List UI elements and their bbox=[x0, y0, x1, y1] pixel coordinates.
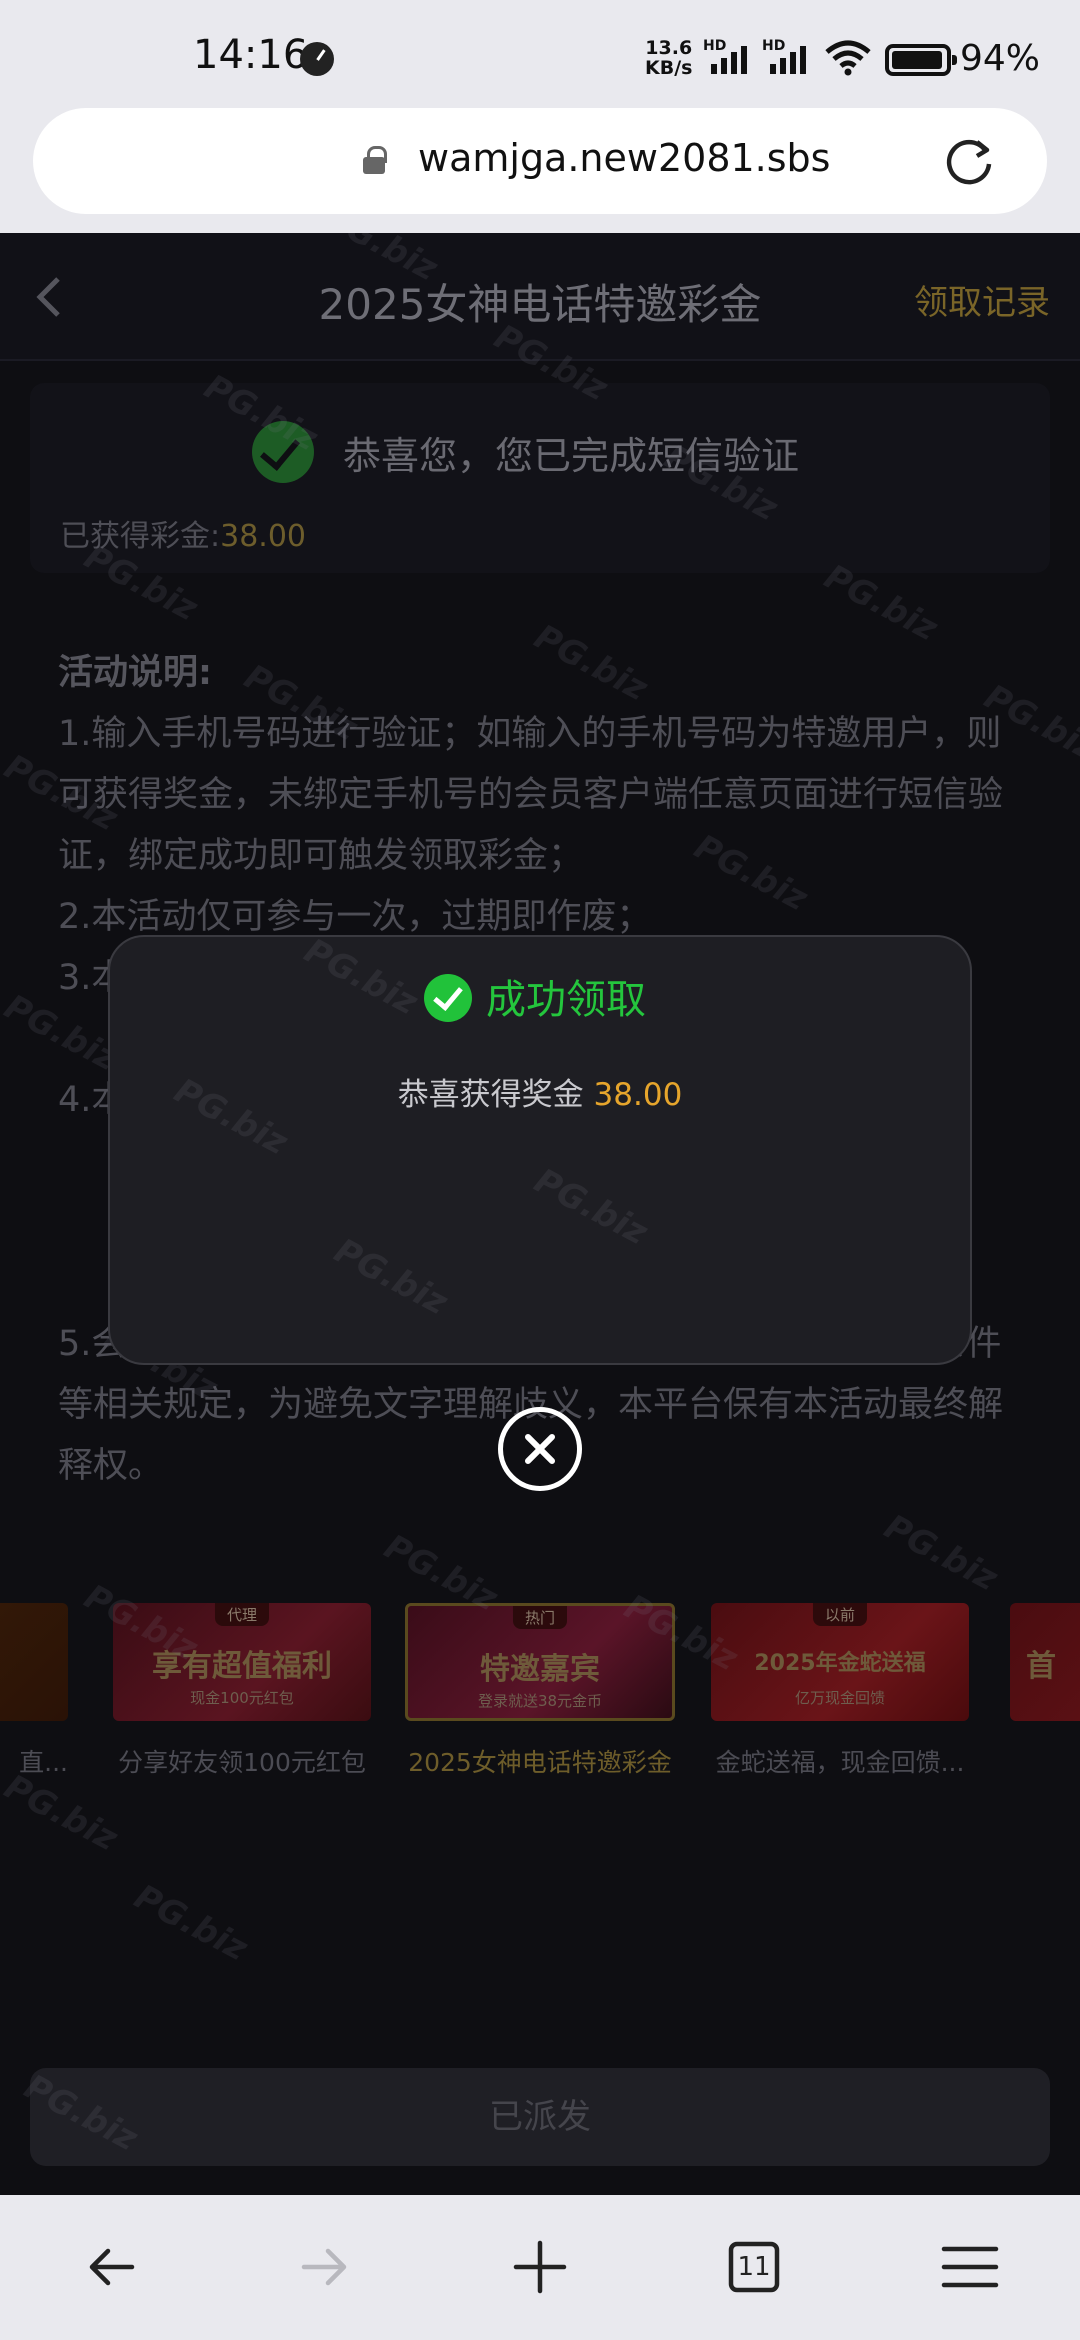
promo-headline: 首 bbox=[1026, 1649, 1056, 1684]
new-tab-button[interactable] bbox=[508, 2235, 572, 2299]
watermark: PG.biz bbox=[127, 1876, 254, 1970]
network-speed: 13.6 KB/s bbox=[645, 38, 692, 78]
dialog-title: 成功领取 bbox=[486, 977, 646, 1023]
address-bar[interactable]: wamjga.new2081.sbs bbox=[33, 108, 1047, 214]
promo-card[interactable]: 首 bbox=[1010, 1603, 1080, 1743]
promo-headline: 2025年金蛇送福 bbox=[754, 1651, 926, 1676]
promo-image: 首 bbox=[1010, 1603, 1080, 1721]
network-speed-unit: KB/s bbox=[645, 57, 693, 79]
arrow-left-icon bbox=[89, 2248, 135, 2286]
menu-button[interactable] bbox=[938, 2235, 1002, 2299]
close-dialog-button[interactable] bbox=[498, 1407, 582, 1491]
success-check-icon bbox=[424, 974, 472, 1022]
reward-label: 恭喜获得奖金 bbox=[397, 1077, 584, 1113]
promo-tag: 以前 bbox=[812, 1603, 868, 1626]
signal-sim1-icon: HD bbox=[703, 38, 755, 74]
verification-card: 恭喜您，您已完成短信验证 已获得彩金:38.00 bbox=[30, 383, 1050, 573]
watermark: PG.biz bbox=[327, 1230, 454, 1324]
promo-image bbox=[0, 1603, 68, 1721]
watermark: PG.biz bbox=[527, 1160, 654, 1254]
promo-caption: 2025女神电话特邀彩金 bbox=[408, 1748, 672, 1777]
dispatched-button[interactable]: 已派发 bbox=[30, 2068, 1050, 2166]
hamburger-menu-icon bbox=[941, 2246, 999, 2288]
status-time: 14:16 bbox=[193, 32, 309, 78]
alarm-clock-icon bbox=[300, 42, 334, 76]
watermark: PG.biz bbox=[297, 930, 424, 1024]
promo-caption: 分享好友领100元红包 bbox=[118, 1748, 366, 1777]
status-bar: 14:16 13.6 KB/s HD HD 94% bbox=[0, 0, 1080, 110]
promo-card[interactable]: 直... bbox=[0, 1603, 68, 1779]
promo-subline: 登录就送38元金币 bbox=[477, 1692, 603, 1710]
promo-tag: 代理 bbox=[214, 1603, 270, 1626]
promo-image: 以前 2025年金蛇送福 亿万现金回馈 bbox=[711, 1603, 969, 1721]
network-speed-value: 13.6 bbox=[645, 37, 693, 59]
arrow-right-icon bbox=[301, 2248, 347, 2286]
watermark: PG.biz bbox=[877, 1506, 1004, 1600]
promo-headline: 特邀嘉宾 bbox=[480, 1652, 600, 1687]
reload-icon[interactable] bbox=[943, 136, 995, 188]
reward-amount: 38.00 bbox=[593, 1077, 683, 1113]
wifi-icon bbox=[825, 40, 871, 76]
url-text[interactable]: wamjga.new2081.sbs bbox=[418, 136, 830, 180]
tabs-count: 11 bbox=[737, 2252, 771, 2282]
claim-record-link[interactable]: 领取记录 bbox=[914, 275, 1050, 324]
back-button[interactable] bbox=[80, 2235, 144, 2299]
success-dialog: 成功领取 恭喜获得奖金 38.00 PG.biz PG.biz PG.biz P… bbox=[108, 931, 972, 1365]
browser-nav-bar: 11 bbox=[0, 2195, 1080, 2340]
promo-caption: 直... bbox=[19, 1748, 68, 1777]
promo-caption: 金蛇送福，现金回馈... bbox=[715, 1748, 965, 1777]
promo-subline: 现金100元红包 bbox=[190, 1689, 294, 1707]
battery-percent: 94% bbox=[960, 38, 1041, 79]
forward-button[interactable] bbox=[292, 2235, 356, 2299]
battery-icon bbox=[885, 44, 957, 76]
promo-subline: 亿万现金回馈 bbox=[794, 1689, 885, 1707]
lock-icon bbox=[363, 146, 387, 174]
rule-item: 1.输入手机号码进行验证；如输入的手机号码为特邀用户，则可获得奖金，未绑定手机号… bbox=[58, 714, 1004, 876]
earned-label: 已获得彩金: bbox=[60, 519, 221, 554]
plus-icon bbox=[513, 2240, 567, 2294]
promo-tag: 热门 bbox=[512, 1606, 568, 1629]
earned-amount: 38.00 bbox=[220, 519, 306, 554]
promo-card[interactable]: 以前 2025年金蛇送福 亿万现金回馈 金蛇送福，现金回馈... bbox=[711, 1603, 969, 1779]
tabs-button[interactable]: 11 bbox=[722, 2235, 786, 2299]
signal-sim2-icon: HD bbox=[762, 38, 814, 74]
